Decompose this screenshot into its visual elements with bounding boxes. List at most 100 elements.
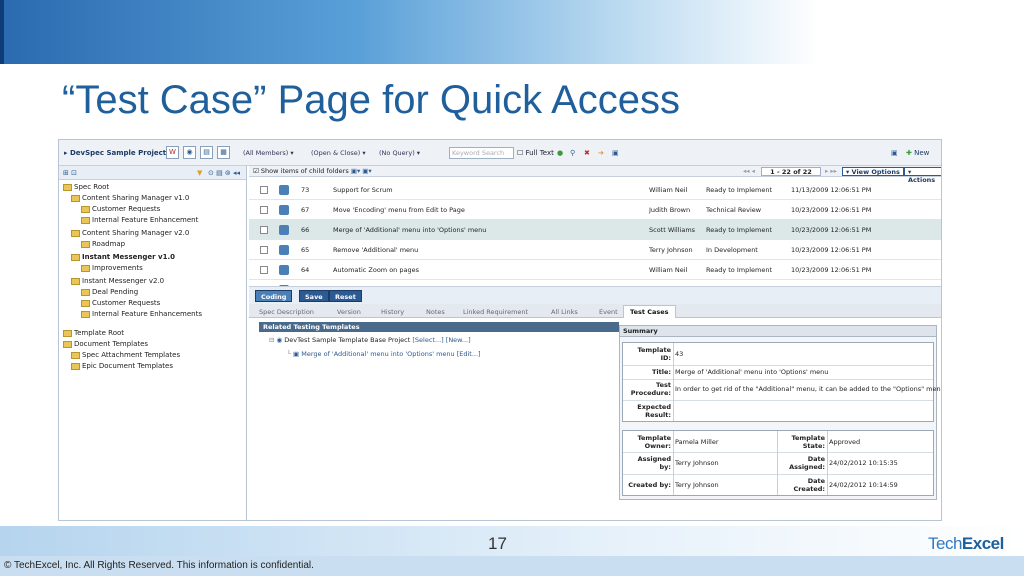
related-testing-templates: Related Testing Templates ⊟ ◉ DevTest Sa…	[259, 322, 619, 362]
cell-state: Ready to Implement	[706, 186, 773, 194]
cell-state: Ready to Implement	[706, 266, 773, 274]
cell-id: 73	[301, 186, 310, 194]
tree-node[interactable]: Instant Messenger v2.0	[71, 276, 164, 286]
view-options-button[interactable]: ▾ View Options	[842, 167, 904, 176]
table-row[interactable]: 67 Move 'Encoding' menu from Edit to Page…	[249, 200, 941, 220]
query-value: (No Query)	[379, 149, 415, 157]
tree-node[interactable]: Template Root	[63, 328, 124, 338]
status-dropdown[interactable]: (Open & Close) ▾	[311, 147, 366, 159]
cell-id: 64	[301, 266, 310, 274]
tab-event[interactable]: Event	[599, 306, 618, 318]
reset-button[interactable]: Reset	[329, 290, 362, 302]
actions-button[interactable]: ▾ Actions	[904, 167, 941, 184]
rtt-project-row: ⊟ ◉ DevTest Sample Template Base Project…	[269, 336, 471, 344]
show-child-checkbox[interactable]: ☑ Show items of child folders ▣▾ ▣▾	[253, 166, 372, 177]
members-dropdown[interactable]: (All Members) ▾	[243, 147, 294, 159]
tree-node[interactable]: Content Sharing Manager v2.0	[71, 228, 189, 238]
full-text-checkbox[interactable]: ☐ Full Text	[517, 147, 554, 159]
table-row[interactable]: 65 Remove 'Additional' menu Terry Johnson I…	[249, 240, 941, 260]
column-divider	[827, 431, 828, 495]
divider	[623, 365, 933, 366]
tree-node[interactable]: Spec Attachment Templates	[71, 350, 180, 360]
tree-node[interactable]: Customer Requests	[81, 298, 160, 308]
page-nav-prev-icon[interactable]: ◂◂ ◂	[743, 166, 755, 177]
tab-all-links[interactable]: All Links	[551, 306, 578, 318]
table-row[interactable]: 66 Merge of 'Additional' menu into 'Optio…	[249, 220, 941, 240]
row-checkbox[interactable]	[260, 246, 268, 254]
tree-node[interactable]: Internal Feature Enhancement	[81, 215, 198, 225]
save-button[interactable]: Save	[299, 290, 329, 302]
tree-node[interactable]: Improvements	[81, 263, 143, 273]
tab-history[interactable]: History	[381, 306, 404, 318]
date-created-value: 24/02/2012 10:14:59	[829, 481, 898, 489]
project-selector[interactable]: ▸ DevSpec Sample Project	[64, 147, 166, 159]
tree-node[interactable]: Instant Messenger v1.0	[71, 252, 175, 262]
folder-icon	[71, 253, 80, 261]
cell-title: Remove 'Additional' menu	[333, 246, 419, 254]
table-row[interactable]: 73 Support for Scrum William Neil Ready to …	[249, 180, 941, 200]
cell-id: 65	[301, 246, 310, 254]
cell-state: Ready to Implement	[706, 226, 773, 234]
query-dropdown[interactable]: (No Query) ▾	[379, 147, 420, 159]
tree-node[interactable]: Epic Document Templates	[71, 361, 173, 371]
tab-test-cases[interactable]: Test Cases	[623, 305, 676, 318]
copyright-notice: © TechExcel, Inc. All Rights Reserved. T…	[0, 556, 1024, 576]
status-value: (Open & Close)	[311, 149, 361, 157]
rtt-new-link[interactable]: [New...]	[446, 336, 471, 344]
rtt-header: Related Testing Templates	[259, 322, 619, 332]
tree-tools-icon[interactable]: ⊙ ▤ ⊚ ◂◂	[208, 168, 240, 178]
tree-node[interactable]: Content Sharing Manager v1.0	[71, 193, 189, 203]
cell-owner: William Neil	[649, 186, 688, 194]
row-checkbox[interactable]	[260, 206, 268, 214]
coding-button[interactable]: Coding	[255, 290, 293, 302]
run-icon[interactable]: ➔	[598, 147, 604, 159]
folder-options-icon[interactable]: ▣▾ ▣▾	[351, 167, 372, 175]
table-row[interactable]: 64 Automatic Zoom on pages William Neil Rea…	[249, 260, 941, 280]
export-icon[interactable]: ▦	[217, 146, 230, 159]
folder-icon	[81, 288, 90, 296]
collapse-icon[interactable]: ⊟	[269, 336, 274, 344]
row-checkbox[interactable]	[260, 186, 268, 194]
tree-node[interactable]: Roadmap	[81, 239, 125, 249]
tree-node[interactable]: Deal Pending	[81, 287, 138, 297]
template-details-box: Template ID: 43 Title: Merge of 'Additio…	[622, 342, 941, 422]
tab-version[interactable]: Version	[337, 306, 361, 318]
tree-node-label: Template Root	[74, 329, 125, 337]
rtt-select-link[interactable]: [Select...]	[412, 336, 443, 344]
tab-spec-description[interactable]: Spec Description	[259, 306, 314, 318]
template-id-value: 43	[675, 350, 684, 358]
settings-icon[interactable]: ◉	[183, 146, 196, 159]
filter-icon[interactable]: ▼	[197, 168, 202, 178]
tree-node-label: Deal Pending	[92, 288, 139, 296]
row-checkbox[interactable]	[260, 226, 268, 234]
page-nav-next-icon[interactable]: ▸ ▸▸	[825, 166, 837, 177]
divider	[623, 474, 933, 475]
save-query-icon[interactable]: ▣	[612, 147, 619, 159]
summary-panel: Summary Template ID: 43 Title: Merge of …	[619, 325, 941, 500]
date-assigned-value: 24/02/2012 10:15:35	[829, 459, 898, 467]
go-icon[interactable]: ●	[557, 147, 563, 159]
tab-linked-requirement[interactable]: Linked Requirement	[463, 306, 528, 318]
column-divider	[673, 343, 674, 421]
tree-node[interactable]: Internal Feature Enhancements	[81, 309, 202, 319]
folder-icon	[81, 240, 90, 248]
window-icon[interactable]: ▣	[891, 147, 898, 159]
word-icon[interactable]: W	[166, 146, 179, 159]
new-button[interactable]: ✚ New	[906, 147, 929, 159]
tree-node[interactable]: Spec Root	[63, 182, 109, 192]
keyword-search-input[interactable]: Keyword Search	[449, 147, 514, 159]
rtt-item-link[interactable]: Merge of 'Additional' menu into 'Options…	[301, 350, 454, 358]
tree-view-icon[interactable]: ⊞ ⊡	[63, 168, 77, 178]
report-icon[interactable]: ▤	[200, 146, 213, 159]
created-by-value: Terry Johnson	[675, 481, 719, 489]
search-icon[interactable]: ⚲	[570, 147, 575, 159]
row-checkbox[interactable]	[260, 266, 268, 274]
rtt-item-row: └ ▣ Merge of 'Additional' menu into 'Opt…	[287, 350, 481, 358]
rtt-edit-link[interactable]: [Edit...]	[457, 350, 481, 358]
cell-title: Support for Scrum	[333, 186, 393, 194]
tree-node[interactable]: Document Templates	[63, 339, 148, 349]
tab-notes[interactable]: Notes	[426, 306, 445, 318]
app-window: ▸ DevSpec Sample Project W ◉ ▤ ▦ (All Me…	[58, 139, 942, 521]
tree-node[interactable]: Customer Requests	[81, 204, 160, 214]
clear-icon[interactable]: ✖	[584, 147, 590, 159]
